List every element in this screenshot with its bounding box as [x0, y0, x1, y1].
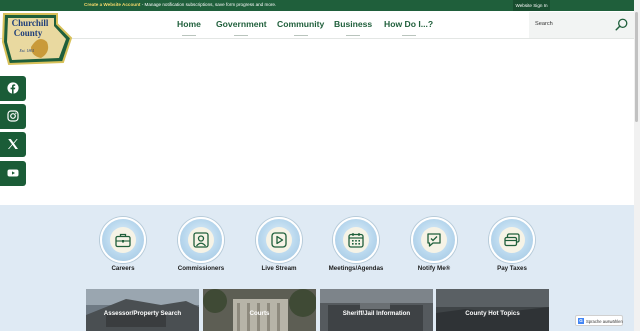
- nav-home[interactable]: Home: [177, 11, 201, 39]
- nav-business[interactable]: Business: [334, 11, 372, 39]
- chat-check-icon: [427, 233, 441, 247]
- nav-community-label: Community: [277, 19, 325, 29]
- quick-link-careers[interactable]: Careers: [83, 217, 163, 277]
- x-twitter-icon: [8, 139, 18, 149]
- logo-est: Est. 1861: [18, 48, 34, 53]
- tile-assessor-property-search[interactable]: Assessor/Property Search: [86, 289, 199, 331]
- youtube-link[interactable]: [0, 161, 26, 186]
- tile-sheriff-label: Sheriff/Jail Information: [342, 310, 411, 317]
- tile-sheriff-jail[interactable]: Sheriff/Jail Information: [320, 289, 433, 331]
- instagram-icon: [7, 110, 19, 122]
- tile-courts[interactable]: Courts: [203, 289, 316, 331]
- person-icon: [193, 232, 209, 248]
- nav-business-label: Business: [334, 19, 373, 29]
- quick-link-notify-me-label: Notify Me®: [417, 265, 451, 272]
- youtube-icon: [7, 169, 19, 177]
- nav-community[interactable]: Community: [277, 11, 324, 39]
- tile-courts-label: Courts: [249, 310, 270, 317]
- quick-link-pay-taxes-label: Pay Taxes: [497, 265, 527, 272]
- create-account-link[interactable]: Create a Website Account: [84, 2, 140, 7]
- account-message-text: - Manage notification subscriptions, sav…: [140, 2, 277, 7]
- google-translate-icon: G: [578, 318, 584, 324]
- translate-select-label: Sprache auswählen: [586, 318, 623, 324]
- nav-government[interactable]: Government: [216, 11, 267, 39]
- x-twitter-link[interactable]: [0, 132, 26, 157]
- facebook-icon: [7, 82, 19, 94]
- play-icon: [271, 232, 287, 248]
- county-logo[interactable]: Churchill County Est. 1861: [1, 12, 73, 66]
- tile-assessor-label: Assessor/Property Search: [103, 310, 182, 317]
- account-message: Create a Website Account - Manage notifi…: [84, 2, 276, 7]
- quick-link-live-stream-label: Live Stream: [261, 265, 297, 272]
- top-notification-bar: Create a Website Account - Manage notifi…: [0, 0, 640, 11]
- logo-line2: County: [14, 28, 43, 38]
- quick-link-meetings-agendas[interactable]: Meetings/Agendas: [316, 217, 396, 277]
- cards-icon: [504, 233, 520, 247]
- quick-link-live-stream[interactable]: Live Stream: [239, 217, 319, 277]
- calendar-icon: [348, 233, 364, 248]
- search-input[interactable]: Search: [535, 21, 553, 27]
- nav-how-do-i[interactable]: How Do I...?: [384, 11, 433, 39]
- tile-hot-topics-label: County Hot Topics: [465, 310, 520, 317]
- quick-link-commissioners[interactable]: Commissioners: [161, 217, 241, 277]
- website-sign-in-button[interactable]: Website Sign In: [513, 0, 550, 11]
- quick-link-careers-label: Careers: [111, 265, 135, 272]
- instagram-link[interactable]: [0, 104, 26, 129]
- logo-line1: Churchill: [12, 18, 49, 28]
- quick-link-pay-taxes[interactable]: Pay Taxes: [472, 217, 552, 277]
- search-icon[interactable]: [615, 18, 628, 31]
- quick-link-meetings-agendas-label: Meetings/Agendas: [328, 265, 384, 272]
- search-box[interactable]: Search: [529, 12, 634, 38]
- nav-government-label: Government: [216, 19, 267, 29]
- nav-home-label: Home: [177, 19, 201, 29]
- facebook-link[interactable]: [0, 76, 26, 101]
- tile-county-hot-topics[interactable]: County Hot Topics: [436, 289, 549, 331]
- briefcase-icon: [115, 233, 131, 248]
- nav-how-do-i-label: How Do I...?: [384, 19, 434, 29]
- quick-link-commissioners-label: Commissioners: [177, 265, 225, 272]
- translate-widget[interactable]: G Sprache auswählen: [575, 315, 623, 326]
- page-scrollbar-thumb[interactable]: [635, 12, 638, 122]
- quick-link-notify-me[interactable]: Notify Me®: [394, 217, 474, 277]
